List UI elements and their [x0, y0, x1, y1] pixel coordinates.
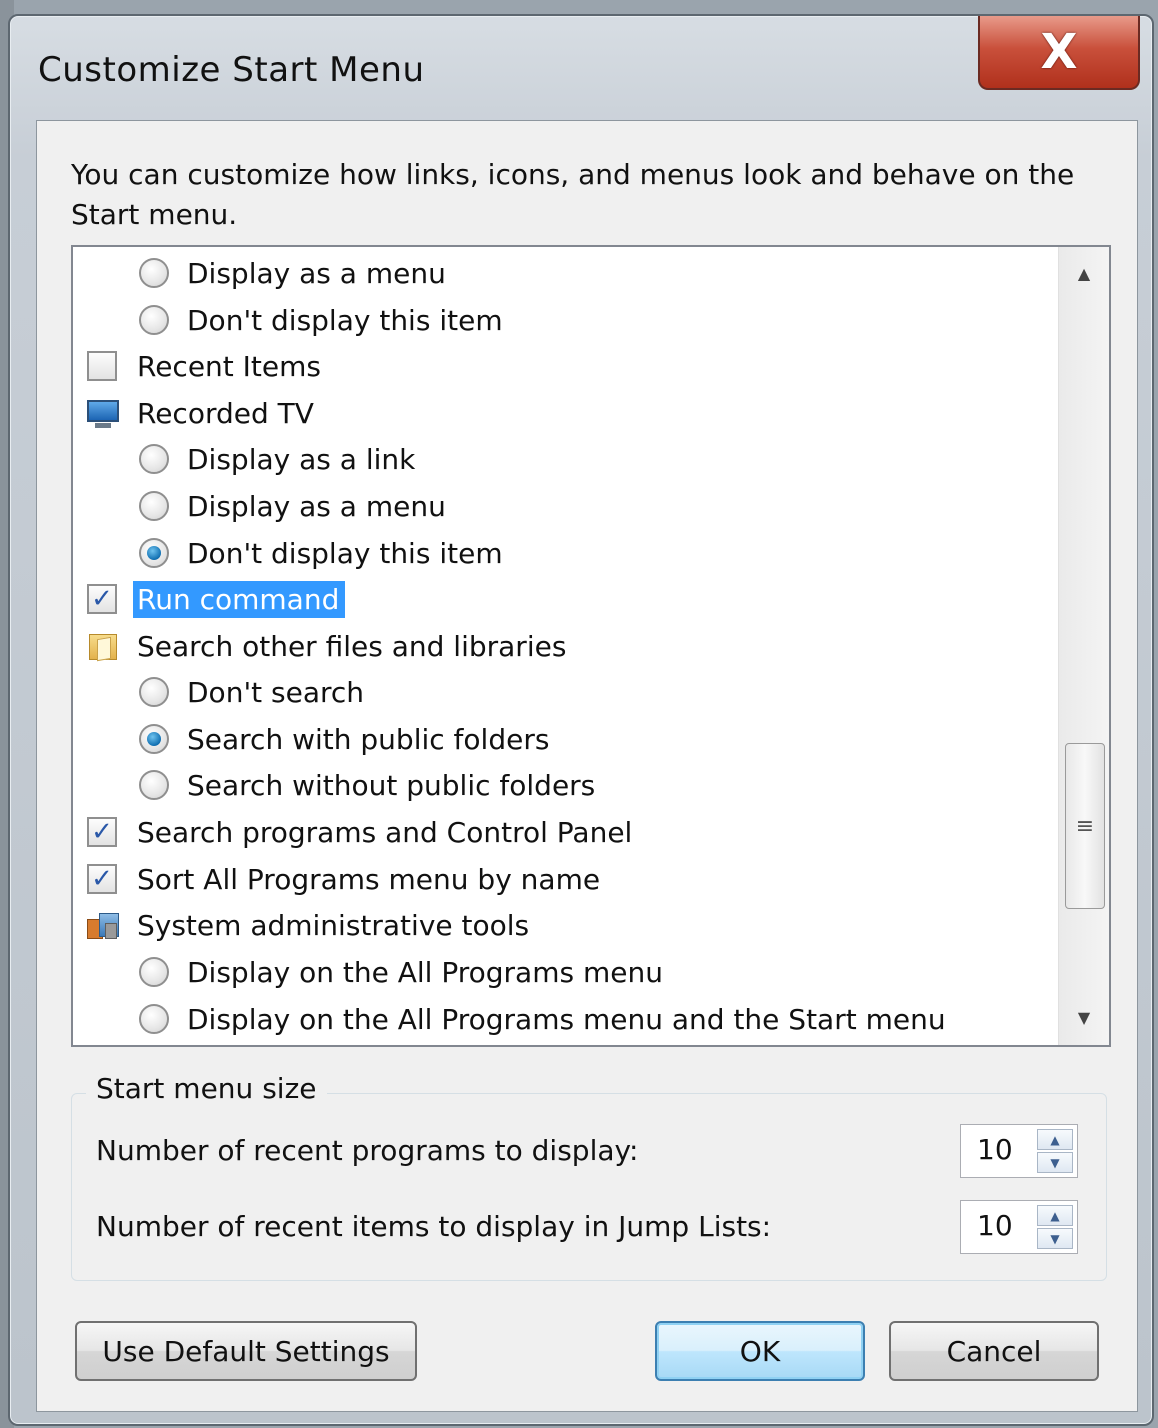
- scroll-up-arrow-icon[interactable]: ▲: [1059, 253, 1109, 293]
- radio-button[interactable]: [139, 957, 169, 987]
- use-default-settings-button[interactable]: Use Default Settings: [75, 1321, 417, 1381]
- spin-down-icon[interactable]: ▼: [1037, 1152, 1073, 1173]
- radio-button[interactable]: [139, 677, 169, 707]
- list-item-radio[interactable]: Display as a menu: [139, 484, 446, 528]
- spin-down-icon[interactable]: ▼: [1037, 1228, 1073, 1249]
- checkbox-checked[interactable]: ✓: [87, 864, 117, 894]
- spin-up-icon[interactable]: ▲: [1037, 1205, 1073, 1226]
- list-item-label: Display on the All Programs menu and the…: [187, 1002, 946, 1036]
- checkbox-checked[interactable]: ✓: [87, 584, 117, 614]
- radio-button[interactable]: [139, 491, 169, 521]
- grip-icon: ≡: [1075, 813, 1095, 839]
- customize-start-menu-dialog: Customize Start Menu X You can customize…: [8, 14, 1154, 1426]
- list-scrollbar[interactable]: ▲ ≡ ▼: [1058, 247, 1109, 1045]
- close-button[interactable]: X: [978, 16, 1140, 90]
- recent-programs-value[interactable]: 10: [977, 1133, 1013, 1166]
- tv-icon: [87, 397, 119, 429]
- group-legend: Start menu size: [86, 1072, 327, 1105]
- list-item-checkbox[interactable]: ✓ Search programs and Control Panel: [87, 810, 632, 854]
- list-item-checkbox[interactable]: Recent Items: [87, 344, 321, 388]
- radio-button[interactable]: [139, 258, 169, 288]
- list-item-radio[interactable]: Search without public folders: [139, 763, 595, 807]
- radio-button-selected[interactable]: [139, 724, 169, 754]
- dialog-client-area: You can customize how links, icons, and …: [36, 120, 1138, 1412]
- spin-up-icon[interactable]: ▲: [1037, 1129, 1073, 1150]
- list-item-label: Don't search: [187, 675, 365, 709]
- jump-list-value[interactable]: 10: [977, 1209, 1013, 1242]
- radio-button[interactable]: [139, 1004, 169, 1034]
- list-item-heading: Search other files and libraries: [87, 624, 566, 668]
- list-item-radio[interactable]: Display as a link: [139, 437, 415, 481]
- list-item-label: Sort All Programs menu by name: [137, 862, 601, 896]
- list-item-radio-selected[interactable]: Search with public folders: [139, 717, 549, 761]
- list-item-heading: System administrative tools: [87, 903, 529, 947]
- list-item-label-highlighted: Run command: [133, 580, 346, 618]
- checkbox-checked[interactable]: ✓: [87, 817, 117, 847]
- radio-button[interactable]: [139, 770, 169, 800]
- list-item-label: Don't display this item: [187, 303, 503, 337]
- list-item-heading: Recorded TV: [87, 391, 314, 435]
- recent-programs-spinner[interactable]: 10 ▲ ▼: [960, 1124, 1078, 1178]
- list-item-label: Display as a menu: [187, 489, 446, 523]
- list-item-label: Search programs and Control Panel: [137, 815, 633, 849]
- list-item-radio[interactable]: Don't search: [139, 670, 364, 714]
- list-item-radio[interactable]: Display as a menu: [139, 251, 446, 295]
- list-item-checkbox[interactable]: ✓ Sort All Programs menu by name: [87, 857, 600, 901]
- list-item-label: Display on the All Programs menu: [187, 955, 663, 989]
- list-item-label: Recorded TV: [137, 396, 314, 430]
- list-item-label: Search without public folders: [187, 768, 596, 802]
- start-menu-options-list[interactable]: Display as a menu Don't display this ite…: [71, 245, 1111, 1047]
- list-item-radio-selected[interactable]: Don't display this item: [139, 531, 503, 575]
- jump-list-label: Number of recent items to display in Jum…: [96, 1210, 772, 1243]
- list-item-label: Search other files and libraries: [137, 629, 567, 663]
- radio-button-selected[interactable]: [139, 538, 169, 568]
- list-item-label: Display as a menu: [187, 256, 446, 290]
- list-item-label: Search with public folders: [187, 722, 550, 756]
- radio-button[interactable]: [139, 305, 169, 335]
- list-item-radio[interactable]: Display on the All Programs menu: [139, 950, 663, 994]
- list-item-radio[interactable]: Don't display this item: [139, 298, 503, 342]
- list-item-label: Don't display this item: [187, 536, 503, 570]
- checkbox[interactable]: [87, 351, 117, 381]
- radio-button[interactable]: [139, 444, 169, 474]
- scroll-down-arrow-icon[interactable]: ▼: [1059, 997, 1109, 1037]
- recent-programs-label: Number of recent programs to display:: [96, 1134, 639, 1167]
- list-item-label: Display as a link: [187, 442, 416, 476]
- folder-icon: [87, 630, 119, 662]
- dialog-title: Customize Start Menu: [38, 50, 425, 90]
- start-menu-size-group: Start menu size Number of recent program…: [71, 1072, 1107, 1281]
- list-item-checkbox[interactable]: ✓ Run command: [87, 577, 346, 621]
- intro-text: You can customize how links, icons, and …: [71, 158, 1075, 231]
- jump-list-spinner[interactable]: 10 ▲ ▼: [960, 1200, 1078, 1254]
- admin-tools-icon: [87, 909, 119, 941]
- scrollbar-thumb[interactable]: ≡: [1065, 743, 1105, 909]
- close-icon: X: [1040, 24, 1078, 80]
- list-item-radio[interactable]: Display on the All Programs menu and the…: [139, 997, 946, 1041]
- list-item-label: System administrative tools: [137, 908, 530, 942]
- ok-button[interactable]: OK: [655, 1321, 865, 1381]
- cancel-button[interactable]: Cancel: [889, 1321, 1099, 1381]
- list-item-label: Recent Items: [137, 349, 321, 383]
